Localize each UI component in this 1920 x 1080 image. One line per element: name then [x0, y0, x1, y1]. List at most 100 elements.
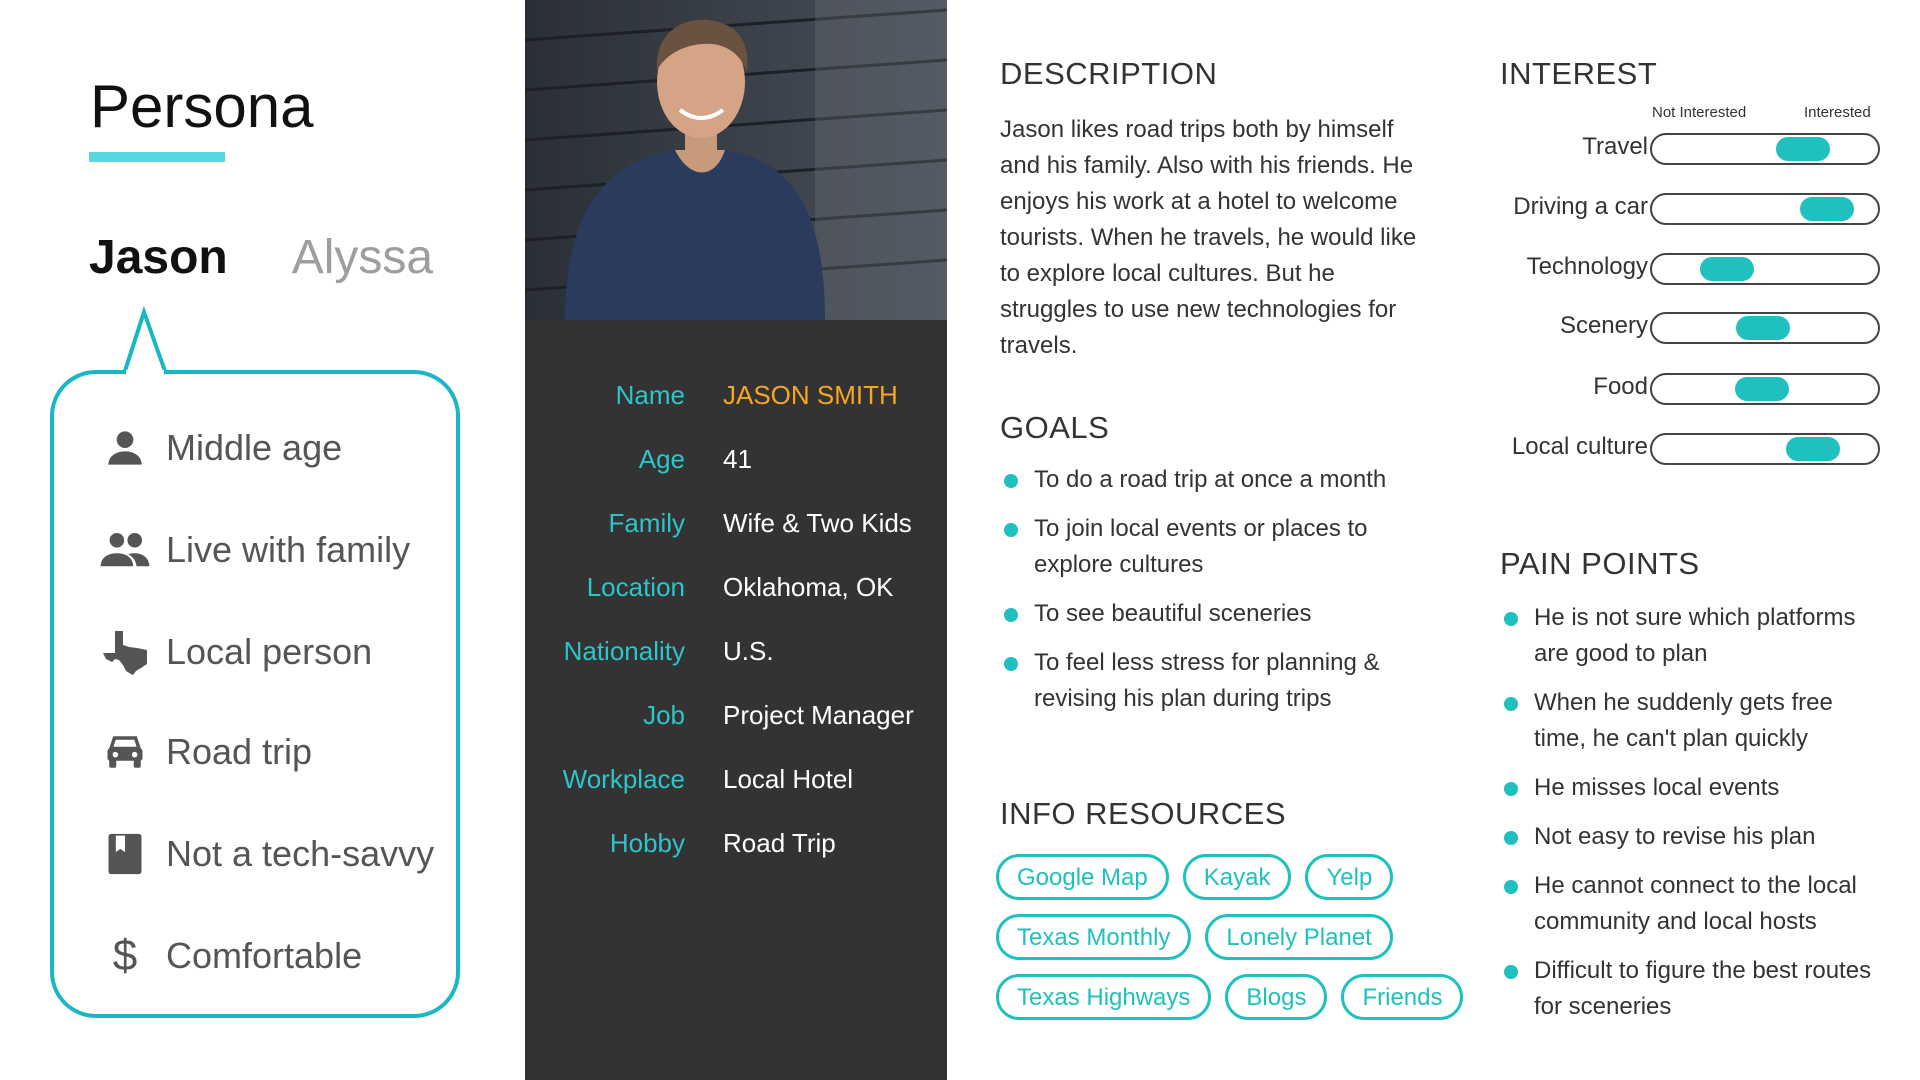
interest-row: Scenery [1470, 310, 1880, 346]
profile-row: Age 41 [525, 444, 947, 484]
profile-key: Family [608, 508, 685, 538]
chip-google-map[interactable]: Google Map [996, 854, 1169, 900]
interest-slider[interactable] [1650, 253, 1880, 285]
chip-row: Google Map Kayak Yelp [996, 854, 1476, 900]
chip-kayak[interactable]: Kayak [1182, 854, 1292, 900]
portrait-photo [525, 0, 947, 320]
profile-value: Oklahoma, OK [723, 572, 894, 602]
profile-value: Project Manager [723, 700, 914, 730]
interest-slider[interactable] [1650, 312, 1880, 344]
interest-slider[interactable] [1650, 133, 1880, 165]
texas-state-icon [98, 629, 152, 675]
description-heading: DESCRIPTION [1000, 56, 1218, 91]
profile-row: Location Oklahoma, OK [525, 572, 947, 612]
interest-slider[interactable] [1650, 373, 1880, 405]
tab-alyssa[interactable]: Alyssa [292, 230, 433, 285]
profile-row: Nationality U.S. [525, 636, 947, 676]
list-item: Difficult to figure the best routes for … [1500, 953, 1890, 1025]
list-item: To see beautiful sceneries [1000, 596, 1420, 632]
interest-slider[interactable] [1650, 193, 1880, 225]
profile-value: JASON SMITH [723, 380, 898, 410]
interest-label: Scenery [1559, 312, 1648, 339]
profile-key: Name [615, 380, 685, 410]
pain-points-heading: PAIN POINTS [1500, 546, 1700, 581]
page-title: Persona [90, 73, 314, 140]
chip-yelp[interactable]: Yelp [1305, 854, 1394, 900]
interest-slider[interactable] [1650, 433, 1880, 465]
title-underline [89, 152, 225, 162]
slider-thumb[interactable] [1735, 377, 1789, 401]
chip-lonely-planet[interactable]: Lonely Planet [1205, 914, 1393, 960]
profile-value: Local Hotel [723, 764, 854, 794]
trait-item: Road trip [98, 722, 312, 782]
chip-row: Texas Monthly Lonely Planet [996, 914, 1476, 960]
chip-row: Texas Highways Blogs Friends [996, 974, 1476, 1020]
profile-row: Family Wife & Two Kids [525, 508, 947, 548]
slider-thumb[interactable] [1786, 437, 1840, 461]
trait-label: Live with family [166, 529, 411, 570]
goals-heading: GOALS [1000, 410, 1110, 445]
list-item: He misses local events [1500, 770, 1890, 806]
profile-value: Wife & Two Kids [723, 508, 912, 538]
description-text: Jason likes road trips both by himself a… [1000, 116, 1417, 359]
persona-tabs: Jason Alyssa [89, 230, 433, 285]
profile-row: Job Project Manager [525, 700, 947, 740]
trait-label: Not a tech-savvy [166, 833, 435, 874]
trait-item: Not a tech-savvy [98, 824, 434, 884]
profile-row: Hobby Road Trip [525, 828, 947, 868]
slider-thumb[interactable] [1700, 257, 1754, 281]
chip-texas-monthly[interactable]: Texas Monthly [996, 914, 1192, 960]
list-item: He is not sure which platforms are good … [1500, 600, 1890, 672]
profile-key: Age [638, 444, 685, 474]
interest-row: Food [1470, 371, 1880, 407]
car-icon [98, 729, 152, 775]
interest-label: Travel [1582, 133, 1648, 160]
person-icon [98, 425, 152, 471]
profile-key: Nationality [563, 636, 685, 666]
trait-item: Live with family [98, 520, 410, 580]
interest-label: Technology [1526, 253, 1648, 280]
scale-low-label: Not Interested [1652, 104, 1747, 121]
interest-heading: INTEREST [1500, 56, 1658, 91]
bookmark-icon [98, 831, 152, 877]
trait-label: Road trip [166, 731, 313, 772]
interest-label: Local culture [1511, 433, 1648, 460]
profile-key: Location [586, 572, 685, 602]
trait-item: $ Comfortable [98, 926, 362, 986]
slider-thumb[interactable] [1736, 316, 1790, 340]
list-item: He cannot connect to the local community… [1500, 868, 1890, 940]
traits-card: Middle age Live with family Local person… [50, 370, 460, 1018]
profile-panel: Name JASON SMITH Age 41 Family Wife & Tw… [525, 0, 947, 1080]
resources-chips: Google Map Kayak Yelp Texas Monthly Lone… [996, 854, 1476, 1034]
trait-item: Middle age [98, 418, 342, 478]
tab-jason[interactable]: Jason [89, 230, 228, 285]
slider-thumb[interactable] [1776, 137, 1830, 161]
interest-row: Travel [1470, 131, 1880, 167]
trait-label: Local person [166, 631, 373, 672]
trait-label: Comfortable [166, 935, 363, 976]
list-item: To feel less stress for planning & revis… [1000, 645, 1420, 717]
slider-thumb[interactable] [1800, 197, 1854, 221]
list-item: Not easy to revise his plan [1500, 819, 1890, 855]
chip-friends[interactable]: Friends [1341, 974, 1464, 1020]
chip-texas-highways[interactable]: Texas Highways [996, 974, 1212, 1020]
interest-row: Local culture [1470, 431, 1880, 467]
interest-row: Technology [1470, 251, 1880, 287]
interest-row: Driving a car [1470, 191, 1880, 227]
profile-key: Workplace [562, 764, 685, 794]
profile-key: Job [643, 700, 685, 730]
trait-label: Middle age [166, 427, 343, 468]
list-item: To do a road trip at once a month [1000, 462, 1420, 498]
chip-blogs[interactable]: Blogs [1225, 974, 1328, 1020]
interest-label: Driving a car [1513, 193, 1648, 220]
profile-value: 41 [723, 444, 752, 474]
pain-points-list: He is not sure which platforms are good … [1500, 600, 1890, 1038]
scale-high-label: Interested [1804, 104, 1871, 121]
trait-item: Local person [98, 622, 372, 682]
persona-selector-panel: Persona Jason Alyssa Middle age Live wit… [0, 0, 528, 1080]
people-icon [98, 527, 152, 573]
profile-value: U.S. [723, 636, 774, 666]
goals-list: To do a road trip at once a month To joi… [1000, 462, 1420, 730]
list-item: To join local events or places to explor… [1000, 511, 1420, 583]
profile-row: Workplace Local Hotel [525, 764, 947, 804]
